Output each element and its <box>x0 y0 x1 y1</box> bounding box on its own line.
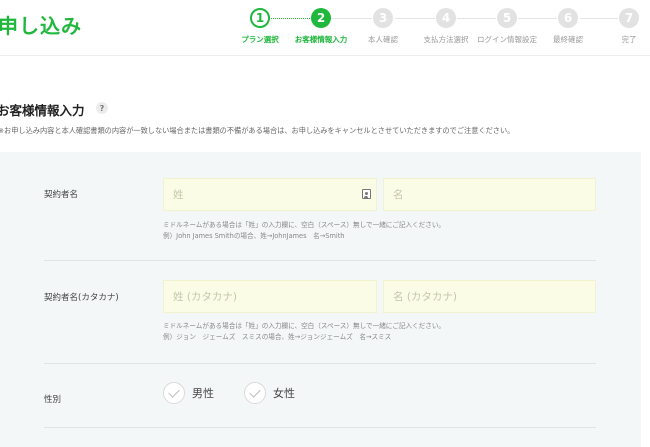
gender-label: 性別 <box>44 395 62 405</box>
help-icon[interactable]: ? <box>96 102 108 114</box>
step-label: お客様情報入力 <box>294 35 348 44</box>
step-label: ログイン情報設定 <box>477 35 537 44</box>
step-7-complete: 7 完了 <box>594 8 650 45</box>
last-name-input[interactable] <box>163 178 377 211</box>
step-label: 最終確認 <box>553 35 583 44</box>
step-label: 完了 <box>621 35 637 44</box>
step-label: 本人確認 <box>368 35 398 44</box>
step-number: 6 <box>558 8 578 28</box>
step-number: 7 <box>619 8 639 28</box>
step-label: プラン選択 <box>241 35 279 44</box>
step-5-login: 5 ログイン情報設定 <box>472 8 542 45</box>
step-number: 4 <box>436 8 456 28</box>
step-4-payment: 4 支払方法選択 <box>411 8 481 45</box>
first-name-input[interactable] <box>383 178 596 211</box>
step-label: 支払方法選択 <box>423 35 469 44</box>
progress-stepper: 1 プラン選択 2 お客様情報入力 3 本人確認 4 支払方法選択 5 ログイン… <box>0 0 650 56</box>
field-divider <box>44 363 596 364</box>
step-1-plan: 1 プラン選択 <box>225 8 295 45</box>
step-number: 2 <box>311 8 331 28</box>
gender-option-label: 女性 <box>273 387 295 400</box>
customer-form: 契約者名 ミドルネームがある場合は「姓」の入力欄に、空白（スペース）無しで一緒に… <box>0 152 641 447</box>
gender-option-female[interactable]: 女性 <box>244 382 295 404</box>
gender-option-male[interactable]: 男性 <box>163 382 214 404</box>
kana-name-label: 契約者名(カタカナ) <box>44 293 119 303</box>
name-hint-line-2: 例）John James Smithの場合、姓→JohnJames 名→Smit… <box>163 232 345 240</box>
contact-card-icon[interactable] <box>362 189 371 199</box>
checkmark-icon[interactable] <box>163 382 185 404</box>
step-3-identity: 3 本人確認 <box>348 8 418 45</box>
kana-hint-line-2: 例）ジョン ジェームズ スミスの場合、姓→ジョンジェームズ 名→スミス <box>163 333 392 341</box>
step-number: 5 <box>497 8 517 28</box>
section-title: お客様情報入力 <box>0 103 85 118</box>
step-2-customer-info: 2 お客様情報入力 <box>286 8 356 45</box>
checkmark-icon[interactable] <box>244 382 266 404</box>
field-divider <box>44 427 596 428</box>
name-label: 契約者名 <box>44 190 79 200</box>
notice-text: ※お申し込み内容と本人確認書類の内容が一致しない場合または書類の不備がある場合は… <box>0 126 515 135</box>
name-hint-line-1: ミドルネームがある場合は「姓」の入力欄に、空白（スペース）無しで一緒にご記入くだ… <box>163 221 446 229</box>
field-divider <box>44 260 596 261</box>
header-bar: 申し込み 1 プラン選択 2 お客様情報入力 3 本人確認 4 支払方法選択 5… <box>0 0 650 56</box>
first-name-kana-input[interactable] <box>383 280 596 313</box>
step-6-confirm: 6 最終確認 <box>533 8 603 45</box>
gender-option-label: 男性 <box>192 387 214 400</box>
step-number: 3 <box>373 8 393 28</box>
last-name-kana-input[interactable] <box>163 280 377 313</box>
step-number: 1 <box>250 8 270 28</box>
kana-hint-line-1: ミドルネームがある場合は「姓」の入力欄に、空白（スペース）無しで一緒にご記入くだ… <box>163 322 446 330</box>
